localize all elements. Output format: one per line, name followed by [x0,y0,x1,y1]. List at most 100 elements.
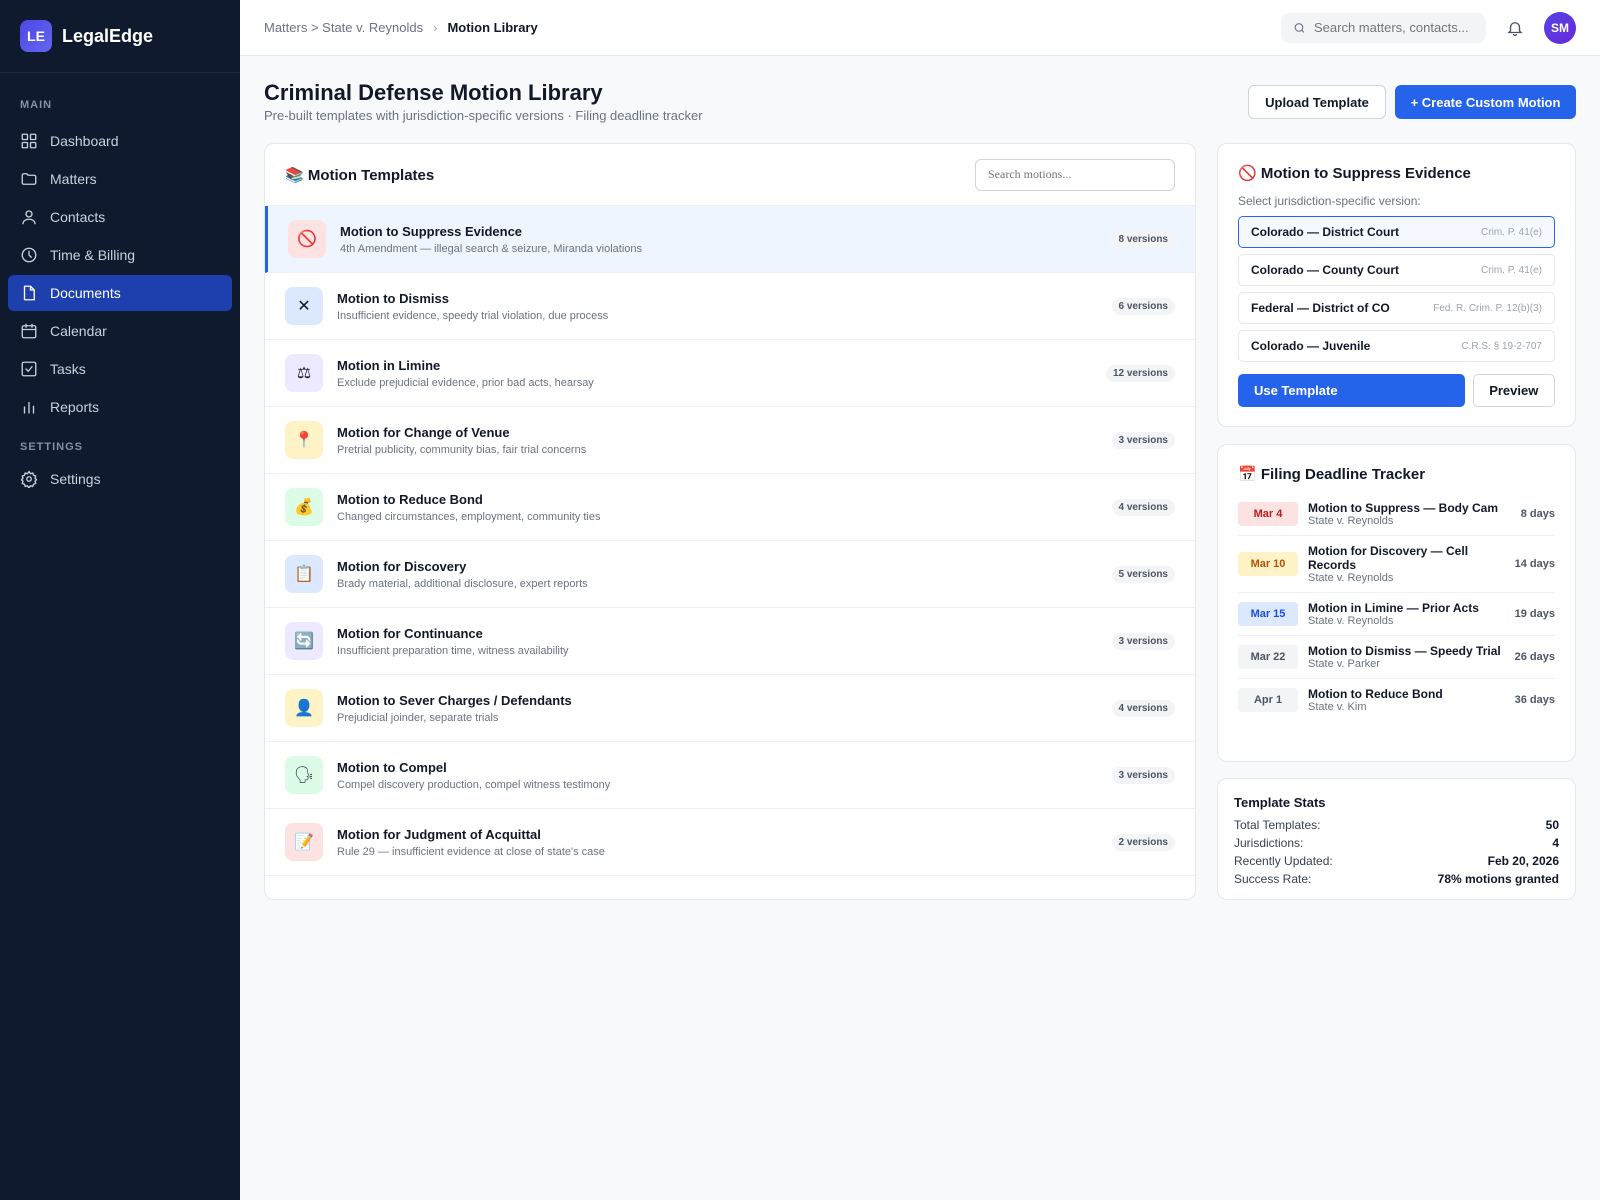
motion-name: Motion to Suppress Evidence [340,223,523,239]
motion-name: Motion for Change of Venue [337,424,510,440]
create-custom-motion-button[interactable]: + Create Custom Motion [1395,85,1576,119]
jurisdiction-citation: Crim. P. 41(e) [1481,264,1542,276]
deadline-date-badge: Apr 1 [1238,688,1298,712]
deadline-row[interactable]: Mar 10 Motion for Discovery — Cell Record… [1238,536,1555,593]
notifications-button[interactable] [1504,17,1526,39]
motion-icon: 💰 [285,488,323,526]
deadline-row[interactable]: Mar 4 Motion to Suppress — Body Cam State … [1238,493,1555,536]
stat-label: Success Rate: [1234,872,1312,886]
global-search[interactable] [1281,12,1486,43]
sidebar-item-reports[interactable]: Reports [8,389,232,425]
versions-badge: 4 versions [1111,498,1175,516]
deadline-case-name: State v. Parker [1308,658,1380,670]
brand-logo: LE [20,20,52,52]
sidebar-item-label: Contacts [50,209,106,225]
deadline-date-badge: Mar 22 [1238,645,1298,669]
jurisdiction-option-juvenile[interactable]: Colorado — Juvenile C.R.S. § 19-2-707 [1238,330,1555,362]
versions-badge: 5 versions [1111,565,1175,583]
selected-motion-card: 🚫 Motion to Suppress Evidence Select jur… [1217,143,1576,427]
sidebar-item-contacts[interactable]: Contacts [8,199,232,235]
deadline-row[interactable]: Apr 1 Motion to Reduce Bond State v. Kim 36… [1238,679,1555,721]
deadline-row[interactable]: Mar 15 Motion in Limine — Prior Acts State… [1238,593,1555,636]
sidebar-item-matters[interactable]: Matters [8,161,232,197]
jurisdiction-name: Colorado — Juvenile [1251,339,1371,353]
jurisdiction-name: Colorado — District Court [1251,225,1400,239]
nav-section-main: MAIN [20,99,53,111]
motion-icon: 🔄 [285,622,323,660]
breadcrumb-current: Motion Library [447,20,538,35]
bell-icon [1507,21,1523,36]
motion-template-row[interactable]: 🗣 Motion to Compel Compel discovery produc… [265,742,1195,809]
avatar[interactable]: SM [1544,11,1576,44]
sidebar-item-label: Reports [50,399,100,415]
motion-template-row[interactable]: ✕ Motion to Dismiss Insufficient evidence,… [265,273,1195,340]
sidebar-item-label: Matters [50,171,97,187]
motion-templates-card: 📚 Motion Templates 🚫 Motion to Suppress E… [264,143,1196,900]
motion-icon: 📋 [285,555,323,593]
sidebar-item-tasks[interactable]: Tasks [8,351,232,387]
jurisdiction-option-federal[interactable]: Federal — District of CO Fed. R. Crim. P… [1238,292,1555,324]
motion-template-row[interactable]: 👤 Motion to Sever Charges / Defendants Pre… [265,675,1195,742]
nav-section-settings: SETTINGS [20,441,84,453]
motion-description: Changed circumstances, employment, commu… [337,510,601,523]
clock-icon [21,247,37,263]
checkbox-icon [21,361,37,377]
motion-template-row[interactable]: 📍 Motion for Change of Venue Pretrial publ… [265,407,1195,474]
brand-name: LegalEdge [62,25,154,46]
deadline-motion-name: Motion to Dismiss — Speedy Trial [1308,644,1501,658]
stat-label: Total Templates: [1234,818,1321,832]
stat-label: Recently Updated: [1234,854,1333,868]
motion-template-row[interactable]: 💰 Motion to Reduce Bond Changed circumstan… [265,474,1195,541]
stat-value: Feb 20, 2026 [1487,854,1559,868]
deadline-days-remaining: 36 days [1514,694,1555,706]
sidebar-item-dashboard[interactable]: Dashboard [8,123,232,159]
brand[interactable]: LE LegalEdge [0,0,240,73]
motion-name: Motion for Judgment of Acquittal [337,826,541,842]
deadline-days-remaining: 14 days [1514,558,1555,570]
motion-template-row[interactable]: ⚖ Motion in Limine Exclude prejudicial evi… [265,340,1195,407]
motion-template-row[interactable]: 📋 Motion for Discovery Brady material, add… [265,541,1195,608]
use-template-button[interactable]: Use Template [1238,374,1465,407]
jurisdiction-option-co-county[interactable]: Colorado — County Court Crim. P. 41(e) [1238,254,1555,286]
motion-template-row[interactable]: 📝 Motion for Judgment of Acquittal Rule 29… [265,809,1195,876]
versions-badge: 3 versions [1111,632,1175,650]
motion-search-input[interactable] [975,158,1175,191]
upload-template-button[interactable]: Upload Template [1248,85,1386,119]
stat-row: Success Rate: 78% motions granted [1234,870,1559,888]
motion-description: Brady material, additional disclosure, e… [337,577,588,590]
bar-chart-icon [23,401,35,414]
motion-name: Motion to Compel [337,759,447,775]
motion-template-row[interactable]: 🔄 Motion for Continuance Insufficient prep… [265,608,1195,675]
versions-badge: 3 versions [1111,431,1175,449]
motion-icon: ⚖ [285,354,323,392]
motion-template-row[interactable]: 🚫 Motion to Suppress Evidence 4th Amendmen… [265,206,1195,273]
motion-icon: 🚫 [288,220,326,258]
stat-value: 50 [1545,818,1559,832]
search-icon [1294,22,1305,33]
stat-row: Recently Updated: Feb 20, 2026 [1234,852,1559,870]
sidebar-item-label: Documents [50,285,121,301]
motion-description: Prejudicial joinder, separate trials [337,711,499,724]
page-title: Criminal Defense Motion Library [264,80,603,105]
motion-description: Compel discovery production, compel witn… [337,778,611,791]
deadline-days-remaining: 26 days [1514,651,1555,663]
preview-button[interactable]: Preview [1472,374,1555,407]
stat-row: Total Templates: 50 [1234,816,1559,834]
sidebar-item-time-billing[interactable]: Time & Billing [8,237,232,273]
deadline-days-remaining: 19 days [1514,608,1555,620]
deadline-row[interactable]: Mar 22 Motion to Dismiss — Speedy Trial St… [1238,636,1555,679]
jurisdiction-option-co-district[interactable]: Colorado — District Court Crim. P. 41(e) [1238,216,1555,248]
breadcrumb-separator: › [433,20,438,35]
jurisdiction-citation: Crim. P. 41(e) [1481,226,1542,238]
deadline-case-name: State v. Reynolds [1308,572,1394,584]
sidebar-item-documents[interactable]: Documents [8,275,232,311]
breadcrumb-parent[interactable]: Matters > State v. Reynolds [264,20,423,35]
deadline-days-remaining: 8 days [1520,508,1555,520]
stat-label: Jurisdictions: [1234,836,1304,850]
versions-badge: 8 versions [1111,230,1175,248]
sidebar-item-settings[interactable]: Settings [8,461,232,497]
global-search-input[interactable] [1314,20,1474,35]
sidebar-item-calendar[interactable]: Calendar [8,313,232,349]
motion-name: Motion in Limine [337,357,441,373]
template-stats-title: Template Stats [1234,795,1326,810]
